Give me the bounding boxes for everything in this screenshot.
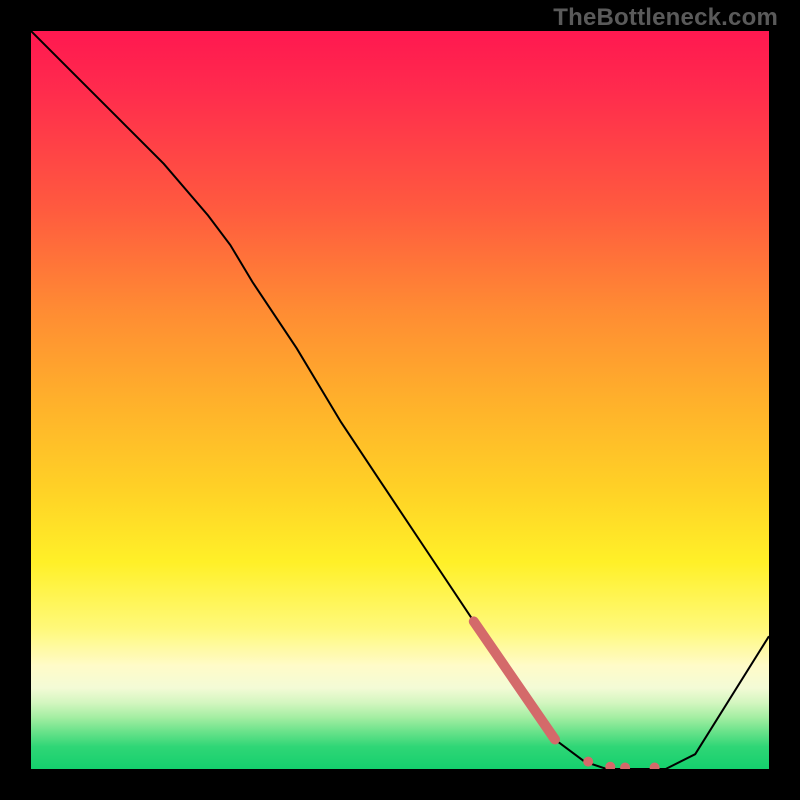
bottleneck-curve	[31, 31, 769, 769]
plot-area	[31, 31, 769, 769]
plot-svg	[31, 31, 769, 769]
dot-2	[605, 762, 615, 769]
chart-frame: TheBottleneck.com	[0, 0, 800, 800]
dot-4	[650, 763, 660, 770]
marker-dots	[583, 757, 659, 769]
dot-3	[620, 763, 630, 770]
highlight-segment	[474, 621, 555, 739]
dot-1	[583, 757, 593, 767]
watermark-text: TheBottleneck.com	[553, 4, 778, 32]
